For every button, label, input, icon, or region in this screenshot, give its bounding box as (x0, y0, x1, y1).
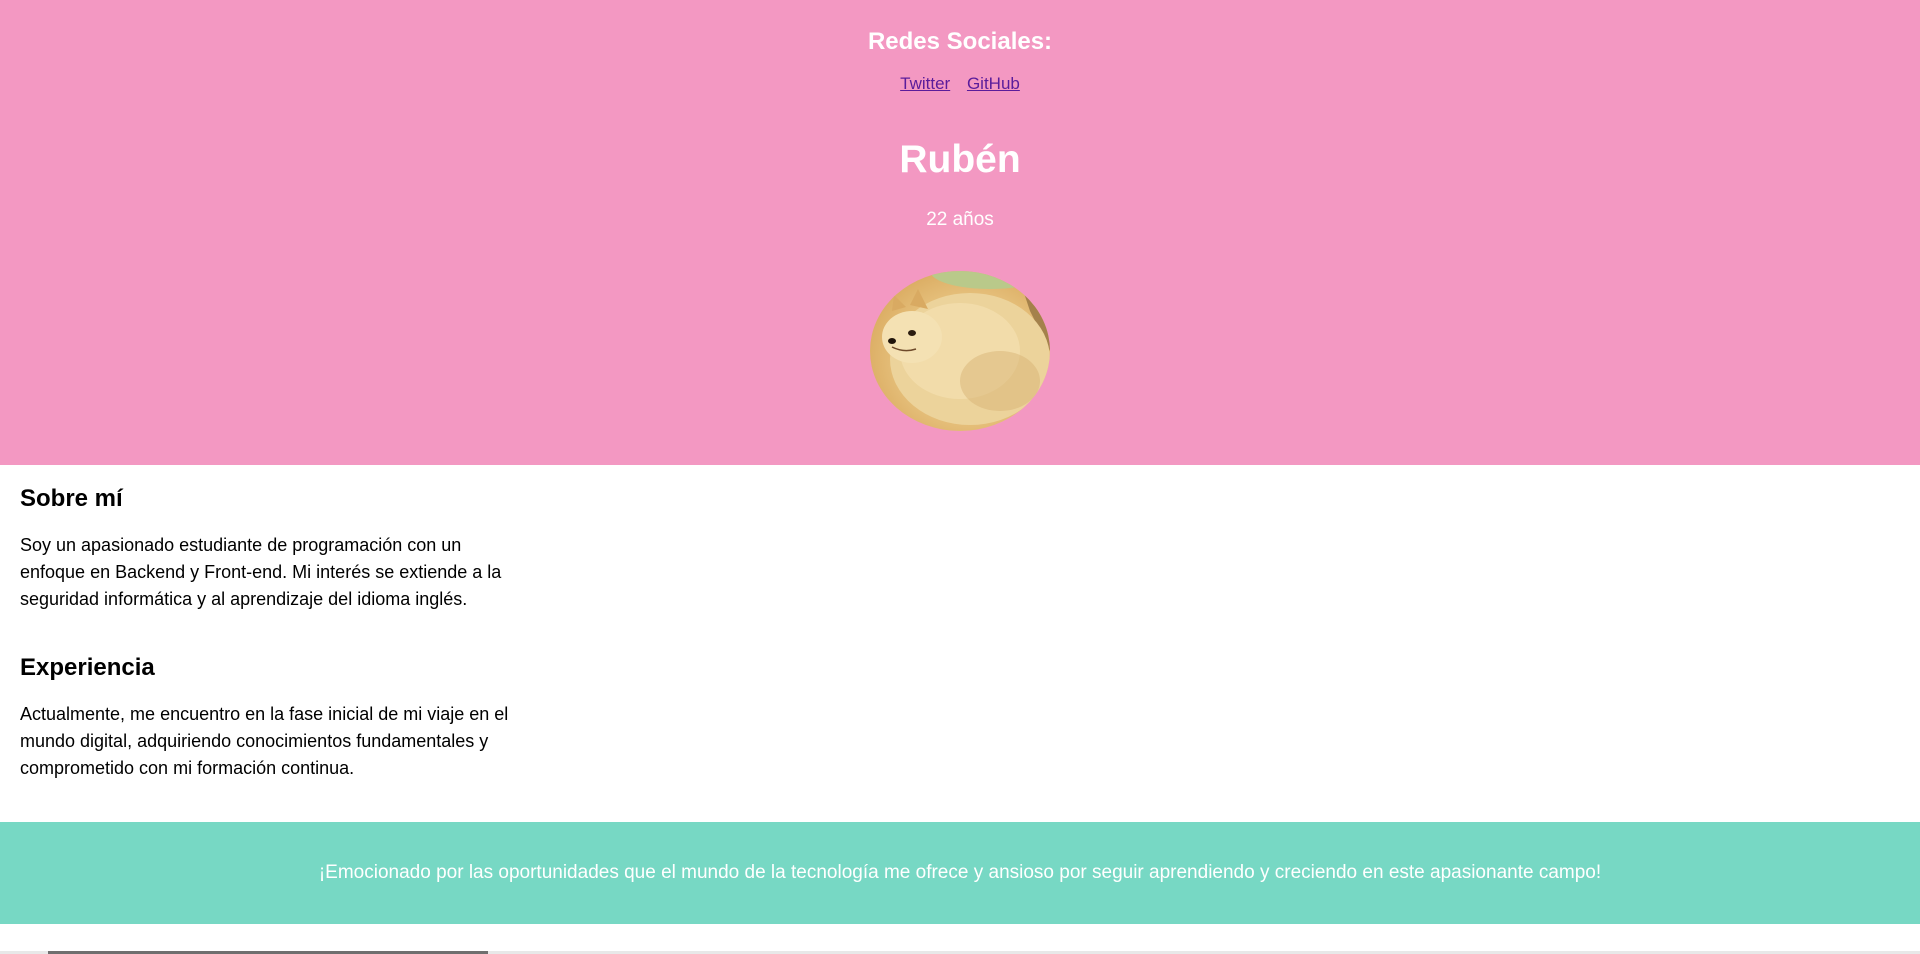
footer: ¡Emocionado por las oportunidades que el… (0, 822, 1920, 924)
social-title: Redes Sociales: (867, 28, 1053, 55)
profile-age: 22 años (926, 209, 994, 230)
avatar (870, 271, 1050, 431)
doge-avatar-icon (882, 271, 1050, 425)
about-text: Soy un apasionado estudiante de programa… (20, 535, 502, 609)
experience-text: Actualmente, me encuentro en la fase ini… (20, 704, 509, 778)
experience-title: Experiencia (20, 654, 155, 681)
profile-name: Rubén (899, 138, 1021, 181)
profile-header: Redes Sociales: Twitter GitHub Rubén 22 … (0, 0, 1920, 465)
social-links: Twitter GitHub (0, 74, 1920, 94)
footer-text: ¡Emocionado por las oportunidades que el… (318, 862, 1602, 883)
about-title: Sobre mí (20, 485, 123, 512)
github-link[interactable]: GitHub (967, 74, 1020, 93)
twitter-link[interactable]: Twitter (900, 74, 950, 93)
